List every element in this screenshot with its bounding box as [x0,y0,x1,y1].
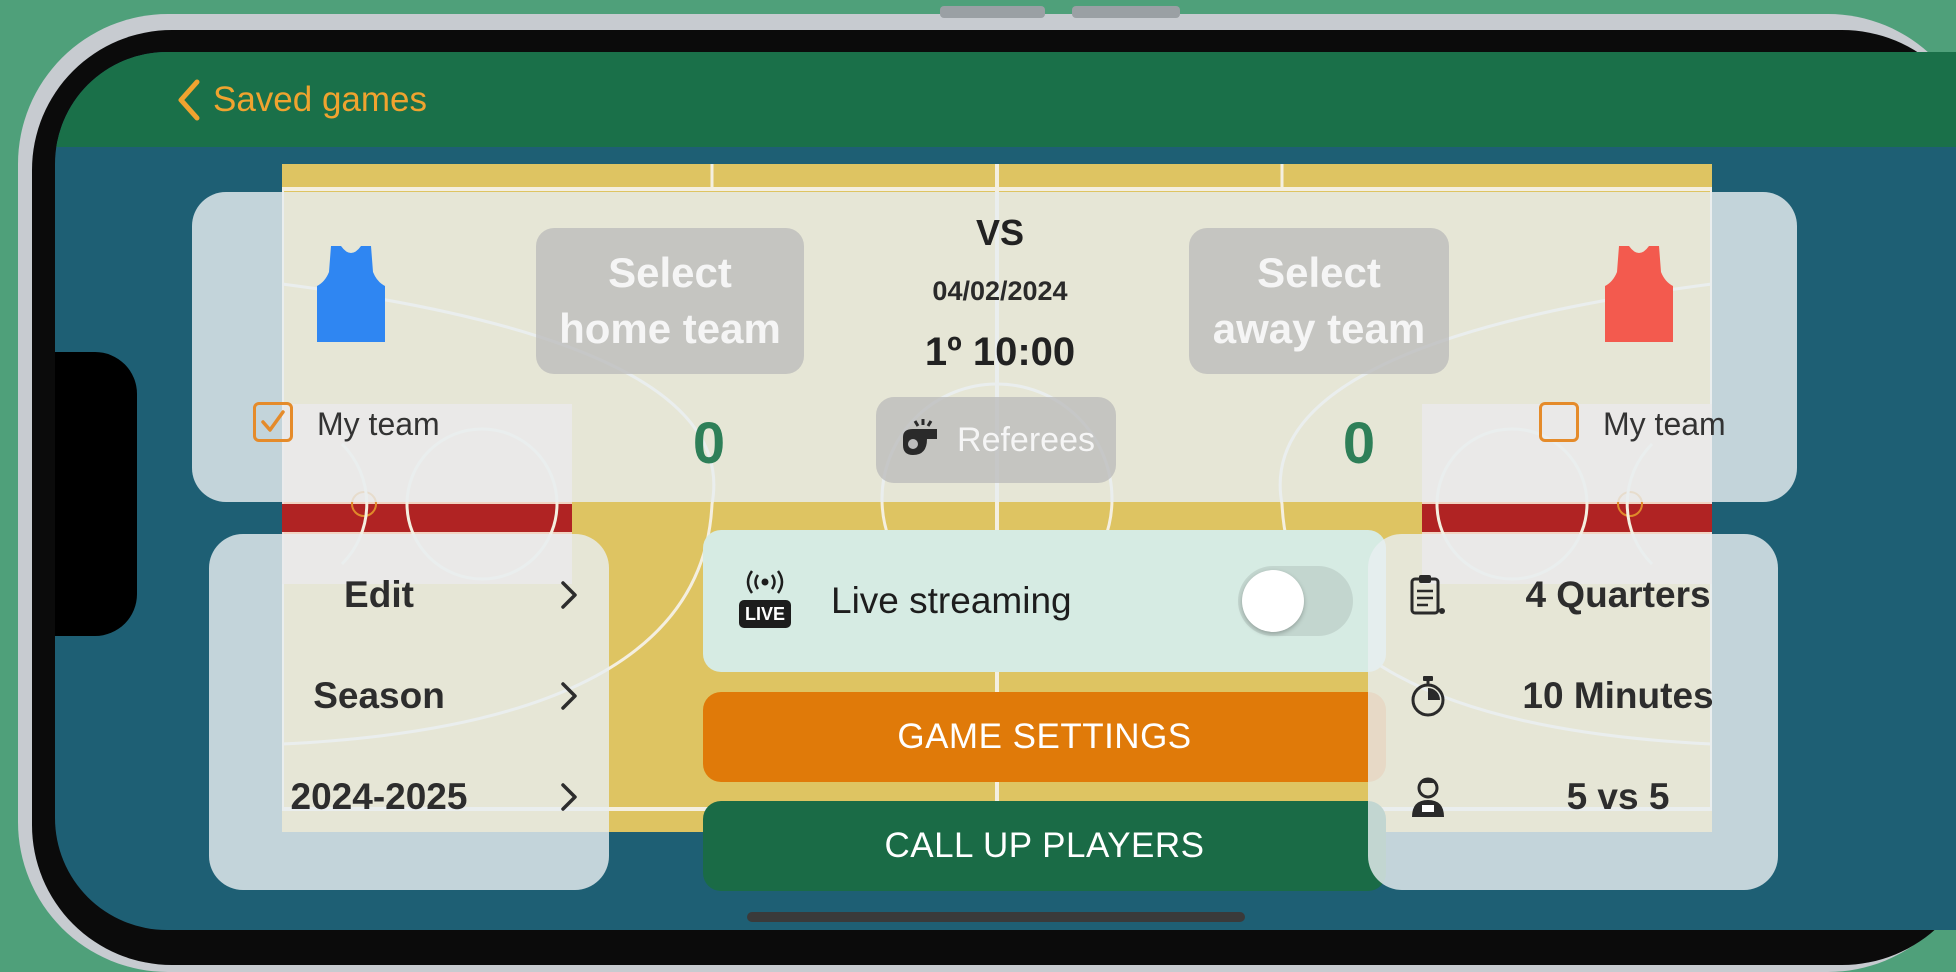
quarters-row: 4 Quarters [1368,560,1778,630]
volume-button [1072,6,1180,18]
clipboard-icon [1410,575,1445,615]
season-label: Season [313,675,445,716]
select-home-team-button[interactable]: Select home team [536,228,804,374]
home-indicator[interactable] [747,912,1245,922]
live-streaming-label: Live streaming [831,580,1072,621]
live-streaming-toggle[interactable] [1238,566,1353,636]
select-home-team-line2: home team [559,305,781,352]
chevron-left-icon [178,79,200,121]
minutes-row: 10 Minutes [1368,661,1778,731]
season-year-label: 2024-2025 [290,776,468,817]
dynamic-island [55,352,137,636]
select-away-team-button[interactable]: Select away team [1189,228,1449,374]
app-screen: Saved games Select home team Select away… [55,52,1956,930]
toggle-knob [1242,570,1304,632]
live-badge: LIVE [744,604,785,624]
away-my-team-label: My team [1603,406,1726,442]
chevron-right-icon [561,682,577,710]
away-my-team-checkbox[interactable] [1539,402,1579,442]
players-label: 5 vs 5 [1566,776,1670,817]
stopwatch-icon [1411,676,1445,717]
quarters-label: 4 Quarters [1525,574,1711,615]
season-row[interactable]: Season [209,661,609,731]
away-score: 0 [1342,411,1376,476]
chevron-right-icon [561,783,577,811]
game-settings-button[interactable]: GAME SETTINGS [703,692,1386,782]
edit-row[interactable]: Edit [209,560,609,630]
home-jersey-icon [317,246,385,342]
game-clock: 1º 10:00 [875,330,1125,375]
players-row: 5 vs 5 [1368,762,1778,832]
volume-button [940,6,1045,18]
referees-label: Referees [957,420,1095,459]
away-jersey-icon [1605,246,1673,342]
home-my-team-label: My team [317,406,440,442]
home-my-team-checkbox[interactable] [253,402,293,442]
select-away-team-line1: Select [1257,249,1381,296]
navigation-bar: Saved games [55,52,1956,147]
live-streaming-card: LIVE Live streaming [703,530,1386,672]
game-info-card: 4 Quarters 10 Minutes 5 vs 5 [1368,534,1778,890]
season-year-row[interactable]: 2024-2025 [209,762,609,832]
game-date: 04/02/2024 [932,276,1068,306]
whistle-icon [903,419,938,455]
call-up-players-button[interactable]: CALL UP PLAYERS [703,801,1386,891]
minutes-label: 10 Minutes [1522,675,1714,716]
select-home-team-line1: Select [608,249,732,296]
edit-label: Edit [344,574,414,615]
select-away-team-line2: away team [1212,305,1426,352]
player-icon [1412,777,1444,817]
checkmark-icon [261,410,285,432]
back-button[interactable]: Saved games [175,72,427,128]
back-label: Saved games [213,80,428,119]
referees-button[interactable]: Referees [876,397,1116,483]
home-score: 0 [692,411,726,476]
clock-label: 10:00 [972,330,1076,374]
chevron-right-icon [561,581,577,609]
vs-label: VS [975,212,1025,253]
left-menu-card: Edit Season 2024-2025 [209,534,609,890]
period-label: 1º [924,330,962,374]
